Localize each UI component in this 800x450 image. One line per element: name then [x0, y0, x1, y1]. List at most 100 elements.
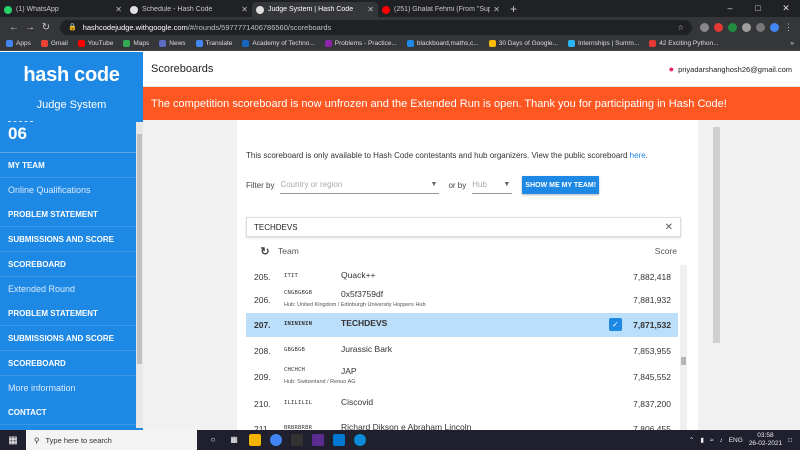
rows-scrollbar[interactable]: [680, 265, 687, 430]
twitter-share-icon[interactable]: ✓: [609, 318, 622, 331]
browser-tab[interactable]: (251) Ghalat Fehmi (From "Supe ✕: [378, 2, 504, 17]
bookmark-item[interactable]: News: [159, 40, 186, 47]
sidebar-scrollbar-thumb[interactable]: [137, 134, 142, 364]
browser-tab[interactable]: Judge System | Hash Code ✕: [252, 2, 378, 17]
bookmark-item[interactable]: Maps: [123, 40, 149, 47]
task-view-icon[interactable]: ▦: [228, 434, 240, 446]
menu-dots-icon[interactable]: ⋮: [784, 22, 793, 32]
refresh-icon[interactable]: ↻: [252, 245, 278, 258]
sidebar-section-extended-round: Extended Round: [8, 284, 76, 294]
hub-select-value: Hub: [472, 180, 487, 189]
page-header: Scoreboards ● priyadarshanghosh26@gmail.…: [143, 52, 800, 87]
bookmark-item[interactable]: Problems - Practice...: [324, 40, 397, 47]
sidebar-item-extended-scoreboard[interactable]: SCOREBOARD: [0, 351, 143, 376]
bookmark-item[interactable]: YouTube: [77, 40, 113, 47]
show-my-team-button[interactable]: SHOW ME MY TEAM!: [522, 176, 600, 194]
close-tab-icon[interactable]: ✕: [241, 5, 248, 14]
bookmark-favicon-icon: [123, 40, 131, 47]
minimize-icon[interactable]: –: [716, 0, 744, 17]
bookmark-label: News: [169, 40, 186, 47]
wifi-icon[interactable]: ≈: [710, 437, 714, 444]
volume-icon[interactable]: ♪: [719, 437, 722, 444]
more-bookmarks-icon[interactable]: »: [790, 40, 794, 47]
extension-icon[interactable]: [700, 22, 709, 32]
sidebar-item-extended-submissions[interactable]: SUBMISSIONS AND SCORE: [0, 326, 143, 351]
browser-tab[interactable]: (1) WhatsApp ✕: [0, 2, 126, 17]
vscode-icon[interactable]: [333, 434, 345, 446]
bookmark-item[interactable]: Apps: [6, 40, 31, 47]
close-window-icon[interactable]: ✕: [772, 0, 800, 17]
row-team-name: 0x5f3759df: [341, 289, 384, 299]
maximize-icon[interactable]: □: [744, 0, 772, 17]
table-row[interactable]: 205. ITIT Quack++ 7,882,418: [246, 265, 678, 289]
row-team-name: Richard Dikson e Abraham Lincoln: [341, 422, 472, 430]
bookmark-item[interactable]: 42 Exciting Python...: [649, 40, 719, 47]
windows-start-icon[interactable]: ▦: [0, 435, 26, 446]
chrome-icon[interactable]: [270, 434, 282, 446]
close-tab-icon[interactable]: ✕: [115, 5, 122, 14]
clear-search-icon[interactable]: ✕: [665, 222, 673, 233]
puzzle-icon[interactable]: [756, 22, 765, 32]
browser-tab[interactable]: Schedule - Hash Code ✕: [126, 2, 252, 17]
file-explorer-icon[interactable]: [249, 434, 261, 446]
bookmark-item[interactable]: Translate: [195, 40, 232, 47]
language-indicator[interactable]: ENG: [729, 437, 743, 444]
table-row[interactable]: 207. ININININ TECHDEVS ✓ 7,871,532: [246, 313, 678, 337]
sidebar-item-contact[interactable]: CONTACT: [0, 400, 143, 425]
tray-chevron-icon[interactable]: ⌃: [689, 436, 694, 444]
clock[interactable]: 03:58 26-02-2021: [749, 432, 782, 448]
row-score: 7,882,418: [633, 272, 671, 282]
app-icon[interactable]: [312, 434, 324, 446]
filter-row: Filter by Country or region ▼ or by Hub …: [246, 176, 600, 194]
table-row[interactable]: 211. BRBRBRBR Richard Dikson e Abraham Lin…: [246, 417, 678, 430]
content-scrollbar[interactable]: [713, 127, 720, 343]
url-path: /#/rounds/5977771406786560/scoreboards: [187, 22, 332, 32]
sidebar-item-online-scoreboard[interactable]: SCOREBOARD: [0, 252, 143, 277]
cortana-icon[interactable]: ○: [207, 434, 219, 446]
forward-icon[interactable]: →: [22, 22, 38, 33]
user-account[interactable]: ● priyadarshanghosh26@gmail.com: [669, 64, 792, 74]
profile-avatar-icon[interactable]: [770, 22, 779, 32]
row-country-codes: ILILILIL: [284, 400, 313, 406]
bookmark-item[interactable]: Gmail: [40, 40, 68, 47]
close-tab-icon[interactable]: ✕: [493, 5, 500, 14]
taskbar-search[interactable]: ⚲ Type here to search: [26, 430, 197, 450]
table-row[interactable]: 210. ILILILIL Ciscovid 7,837,200: [246, 392, 678, 416]
table-row[interactable]: 209. CHCHCH JAP Hub: Switzerland / Renuo AG…: [246, 365, 678, 389]
extension-icon[interactable]: [714, 22, 723, 32]
url-input[interactable]: 🔒 hashcodejudge.withgoogle.com/#/rounds/…: [60, 19, 692, 35]
battery-icon[interactable]: ▮: [700, 436, 704, 444]
sidebar-item-extended-problem-statement[interactable]: PROBLEM STATEMENT: [0, 301, 143, 326]
extension-icon[interactable]: [742, 22, 751, 32]
public-scoreboard-link[interactable]: here: [630, 151, 646, 160]
table-row[interactable]: 206. CNGBGBGB 0x5f3759df Hub: United Kingdo…: [246, 288, 678, 312]
sidebar-section-online-qualifications: Online Qualifications: [8, 185, 91, 195]
new-tab-button[interactable]: +: [510, 2, 517, 17]
reload-icon[interactable]: ↻: [38, 22, 54, 33]
column-score: Score: [654, 246, 677, 256]
close-tab-icon[interactable]: ✕: [367, 5, 374, 14]
bookmark-item[interactable]: blackboard,maths,c...: [406, 40, 479, 47]
notifications-icon[interactable]: □: [788, 437, 792, 444]
sidebar-item-my-team[interactable]: MY TEAM: [0, 153, 143, 178]
bookmark-item[interactable]: Internships | Summ...: [567, 40, 639, 47]
bookmark-item[interactable]: Academy of Techno...: [242, 40, 315, 47]
table-row[interactable]: 208. GBGBGB Jurassic Bark 7,853,955: [246, 339, 678, 363]
sidebar-item-online-problem-statement[interactable]: PROBLEM STATEMENT: [0, 202, 143, 227]
team-search-input[interactable]: TECHDEVS ✕: [246, 217, 681, 237]
extension-icon[interactable]: [728, 22, 737, 32]
bookmark-item[interactable]: 30 Days of Google...: [488, 40, 558, 47]
search-icon: ⚲: [34, 435, 40, 445]
rows-scrollbar-thumb[interactable]: [681, 357, 686, 365]
country-select[interactable]: Country or region ▼: [280, 176, 440, 194]
url-host: hashcodejudge.withgoogle.com: [82, 22, 188, 32]
sidebar-item-online-submissions[interactable]: SUBMISSIONS AND SCORE: [0, 227, 143, 252]
github-icon[interactable]: [291, 434, 303, 446]
bookmark-favicon-icon: [77, 40, 85, 47]
bookmark-star-icon[interactable]: ☆: [677, 23, 684, 32]
edge-icon[interactable]: [354, 434, 366, 446]
extension-icons: ⋮: [700, 22, 793, 32]
back-icon[interactable]: ←: [6, 22, 22, 33]
sidebar-scrollbar[interactable]: [136, 122, 143, 428]
hub-select[interactable]: Hub ▼: [472, 176, 513, 194]
